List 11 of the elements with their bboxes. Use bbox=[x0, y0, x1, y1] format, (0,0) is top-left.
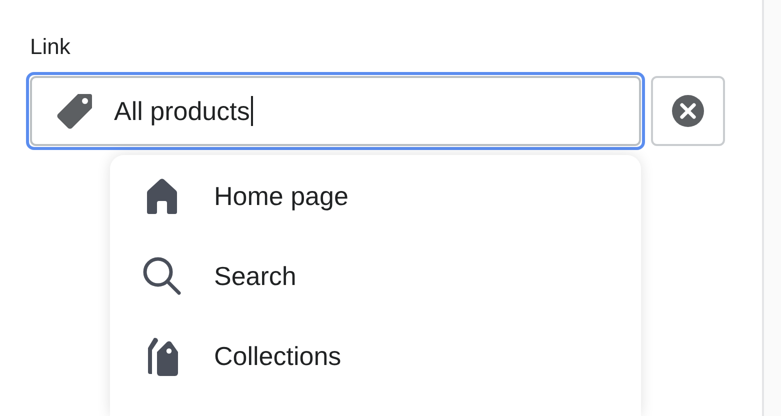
clear-button[interactable] bbox=[651, 76, 725, 146]
menu-item[interactable]: Collections bbox=[110, 316, 641, 396]
close-icon bbox=[671, 94, 705, 128]
field-value: All products bbox=[114, 96, 253, 126]
menu-item[interactable]: Search bbox=[110, 236, 641, 316]
tag-icon bbox=[56, 92, 94, 130]
link-field[interactable]: All products bbox=[26, 72, 645, 150]
menu-item[interactable]: Home page bbox=[110, 156, 641, 236]
search-icon bbox=[142, 256, 182, 296]
field-label: Link bbox=[30, 33, 72, 61]
home-icon bbox=[145, 178, 179, 214]
